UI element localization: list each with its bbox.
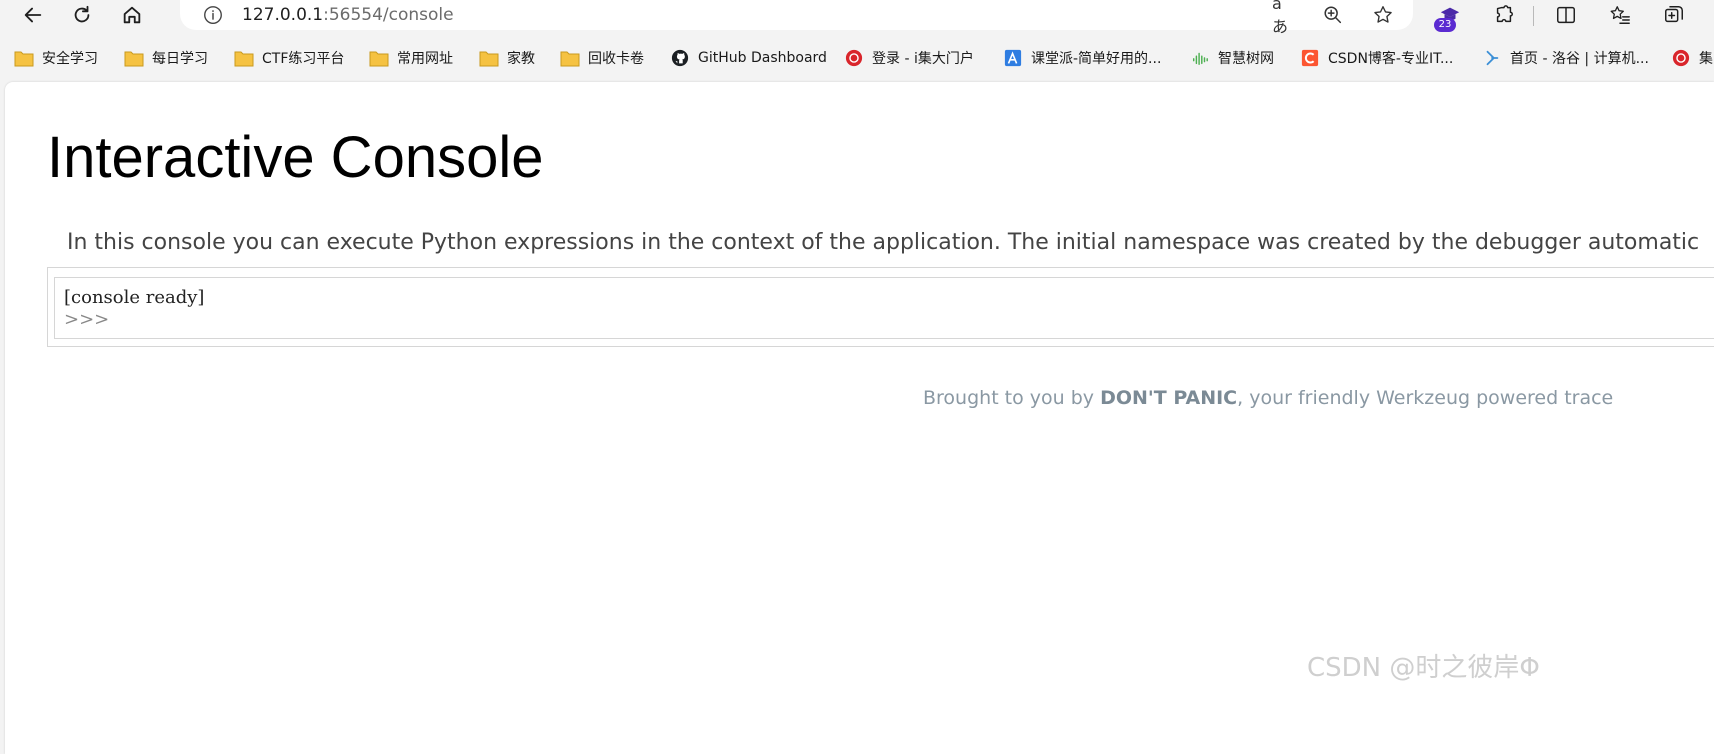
bookmark-label: 首页 - 洛谷 | 计算机... [1510,51,1649,67]
favorites-button[interactable] [1602,0,1638,30]
bookmark-folder-huishou[interactable]: 回收卡卷 [560,42,644,74]
folder-icon [560,51,580,67]
bookmark-ijimei[interactable]: 登录 - i集大门户 [844,42,974,74]
folder-icon [234,51,254,67]
bookmark-label: 安全学习 [42,51,98,67]
footer-text: Brought to you by DON'T PANIC, your frie… [923,387,1613,409]
zhihuishu-icon [1192,52,1208,66]
bookmark-label: CSDN博客-专业IT... [1328,51,1454,67]
ijimei-icon [1672,49,1690,67]
split-screen-icon [1557,6,1575,24]
footer-suffix: , your friendly Werkzeug powered trace [1237,387,1614,409]
url-path: :56554/console [323,5,454,25]
console-explanation: In this console you can execute Python e… [67,230,1700,255]
address-bar[interactable]: 127.0.0.1:56554/console aあ [180,0,1413,36]
bookmark-csdn[interactable]: CSDN博客-专业IT... [1300,42,1453,74]
extensions-button[interactable] [1486,0,1522,30]
zoom-in-icon [1324,6,1342,24]
luogu-icon [1486,50,1499,66]
info-icon[interactable] [202,4,224,26]
page-title: Interactive Console [47,125,544,190]
bookmark-label: 回收卡卷 [588,51,644,67]
url-host: 127.0.0.1 [242,5,324,25]
footer-prefix: Brought to you by [923,387,1101,409]
collections-icon [1665,6,1683,23]
bookmark-label: 课堂派-简单好用的... [1031,51,1162,67]
bookmark-luogu[interactable]: 首页 - 洛谷 | 计算机... [1482,42,1649,74]
refresh-button[interactable] [64,0,100,30]
csdn-watermark: CSDN @时之彼岸Φ [1307,653,1540,683]
github-icon [671,49,689,67]
bookmark-label: 家教 [507,51,535,67]
toolbar-separator [1533,6,1534,26]
folder-icon [479,51,499,67]
zoom-button[interactable] [1322,4,1344,26]
bookmark-ketangpai[interactable]: 课堂派-简单好用的... [1003,42,1161,74]
console-output: [console ready] [64,287,205,308]
extension-badge: 23 [1434,18,1456,32]
back-arrow-icon [24,7,42,23]
bookmark-label: 每日学习 [152,51,208,67]
bookmarks-bar: 安全学习 每日学习 CTF练习平台 常用网址 家教 回收卡卷 GitHub Da… [0,42,1714,74]
bookmark-zhihuishu[interactable]: 智慧树网 [1190,42,1274,74]
ketangpai-icon [1004,49,1022,67]
bookmark-folder-ctf[interactable]: CTF练习平台 [234,42,344,74]
browser-toolbar: 127.0.0.1:56554/console aあ 23 [0,0,1714,36]
csdn-icon [1301,49,1319,67]
console-input-area[interactable]: [console ready] >>> [54,277,1714,339]
dont-panic-label: DON'T PANIC [1100,387,1238,409]
folder-icon [14,51,34,67]
bookmark-github[interactable]: GitHub Dashboard [670,42,827,74]
console-prompt[interactable]: >>> [64,309,109,330]
home-button[interactable] [114,0,150,30]
home-icon [123,6,141,24]
bookmark-label: GitHub Dashboard [698,50,827,66]
bookmark-folder-jiajiao[interactable]: 家教 [479,42,535,74]
folder-icon [124,51,144,67]
bookmark-ji[interactable]: 集 [1671,42,1713,74]
bookmark-label: 登录 - i集大门户 [872,51,974,67]
bookmark-label: CTF练习平台 [262,51,345,67]
console-container: [console ready] >>> [47,267,1714,347]
ijimei-icon [845,49,863,67]
collections-button[interactable] [1656,0,1692,30]
bookmark-folder-anquan[interactable]: 安全学习 [14,42,98,74]
url-text[interactable]: 127.0.0.1:56554/console [242,5,454,25]
bookmark-label: 集 [1699,51,1713,67]
folder-icon [369,51,389,67]
bookmark-label: 常用网址 [397,51,453,67]
back-button[interactable] [15,0,51,30]
refresh-icon [74,5,90,23]
bookmark-folder-meiri[interactable]: 每日学习 [124,42,208,74]
favorites-list-icon [1610,6,1630,24]
star-icon [1374,6,1392,23]
bookmark-label: 智慧树网 [1218,51,1274,67]
split-screen-button[interactable] [1548,0,1584,30]
bookmark-folder-changyong[interactable]: 常用网址 [369,42,453,74]
favorite-button[interactable] [1372,4,1394,26]
puzzle-icon [1496,5,1513,23]
page-content: Interactive Console In this console you … [5,82,1714,754]
translate-icon[interactable]: aあ [1272,0,1294,36]
